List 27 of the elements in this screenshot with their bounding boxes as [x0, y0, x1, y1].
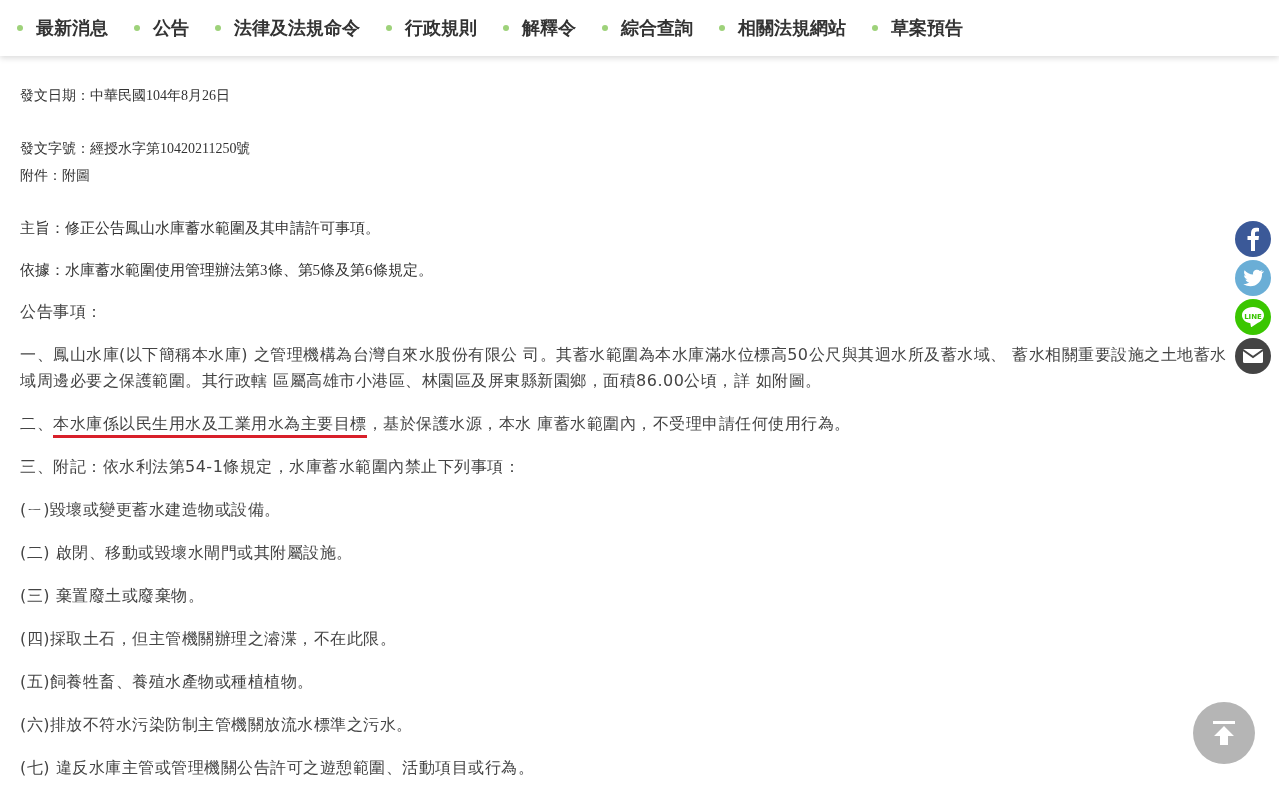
- document-meta-text: 發文字號：經授水字第10420211250號: [20, 140, 251, 158]
- nav-link[interactable]: 相關法規網站: [719, 16, 846, 40]
- nav-link[interactable]: 公告: [134, 16, 189, 40]
- nav-link[interactable]: 法律及法規命令: [215, 16, 360, 40]
- announcement-paragraph: 公告事項：: [20, 301, 103, 323]
- announcement-paragraph: (五)飼養牲畜、養殖水產物或種植植物。: [20, 671, 314, 693]
- announcement-paragraph: (七) 違反水庫主管或管理機關公告許可之遊憩範圍、活動項目或行為。: [20, 757, 535, 779]
- arrow-up-icon: [1213, 721, 1235, 745]
- nav-link[interactable]: 最新消息: [17, 16, 108, 40]
- announcement-paragraph: (ㄧ)毀壞或變更蓄水建造物或設備。: [20, 499, 281, 521]
- nav-link[interactable]: 解釋令: [503, 16, 576, 40]
- announcement-paragraph: 三、附記：依水利法第54-1條規定，水庫蓄水範圍內禁止下列事項：: [20, 456, 521, 478]
- document-meta-text: 發文日期：中華民國104年8月26日: [20, 87, 230, 105]
- announcement-paragraph: 二、本水庫係以民生用水及工業用水為主要目標，基於保護水源，本水 庫蓄水範圍內，不受理申請任何使用行為。: [20, 411, 851, 437]
- nav-link[interactable]: 草案預告: [872, 16, 963, 40]
- announcement-paragraph: (二) 啟閉、移動或毀壞水閘門或其附屬設施。: [20, 542, 353, 564]
- document-meta-text: 附件：附圖: [20, 167, 90, 185]
- announcement-paragraph: (三) 棄置廢土或廢棄物。: [20, 585, 205, 607]
- announcement-paragraph: (六)排放不符水污染防制主管機關放流水標準之污水。: [20, 714, 413, 736]
- nav-link[interactable]: 行政規則: [386, 16, 477, 40]
- mail-share-icon[interactable]: [1235, 338, 1271, 374]
- facebook-share-icon[interactable]: [1235, 221, 1271, 257]
- announcement-paragraph: 一、鳳山水庫(以下簡稱本水庫) 之管理機構為台灣自來水股份有限公 司。其蓄水範圍為本水庫滿水位標高50公尺與其迴水所及蓄水域、 蓄水相關重要設施之土地蓄水域周邊必要之保護範圍。其行政轄 區屬高雄市小港區、林園區及屏東縣新園鄉，面積86.00公頃，詳 如附圖。: [20, 344, 1228, 392]
- document-paragraph: 主旨：修正公告鳳山水庫蓄水範圍及其申請許可事項。: [20, 219, 381, 238]
- document-paragraph: 依據：水庫蓄水範圍使用管理辦法第3條、第5條及第6條規定。: [20, 261, 434, 280]
- announcement-paragraph: (四)採取土石，但主管機關辦理之濬渫，不在此限。: [20, 628, 397, 650]
- nav-link[interactable]: 綜合查詢: [602, 16, 693, 40]
